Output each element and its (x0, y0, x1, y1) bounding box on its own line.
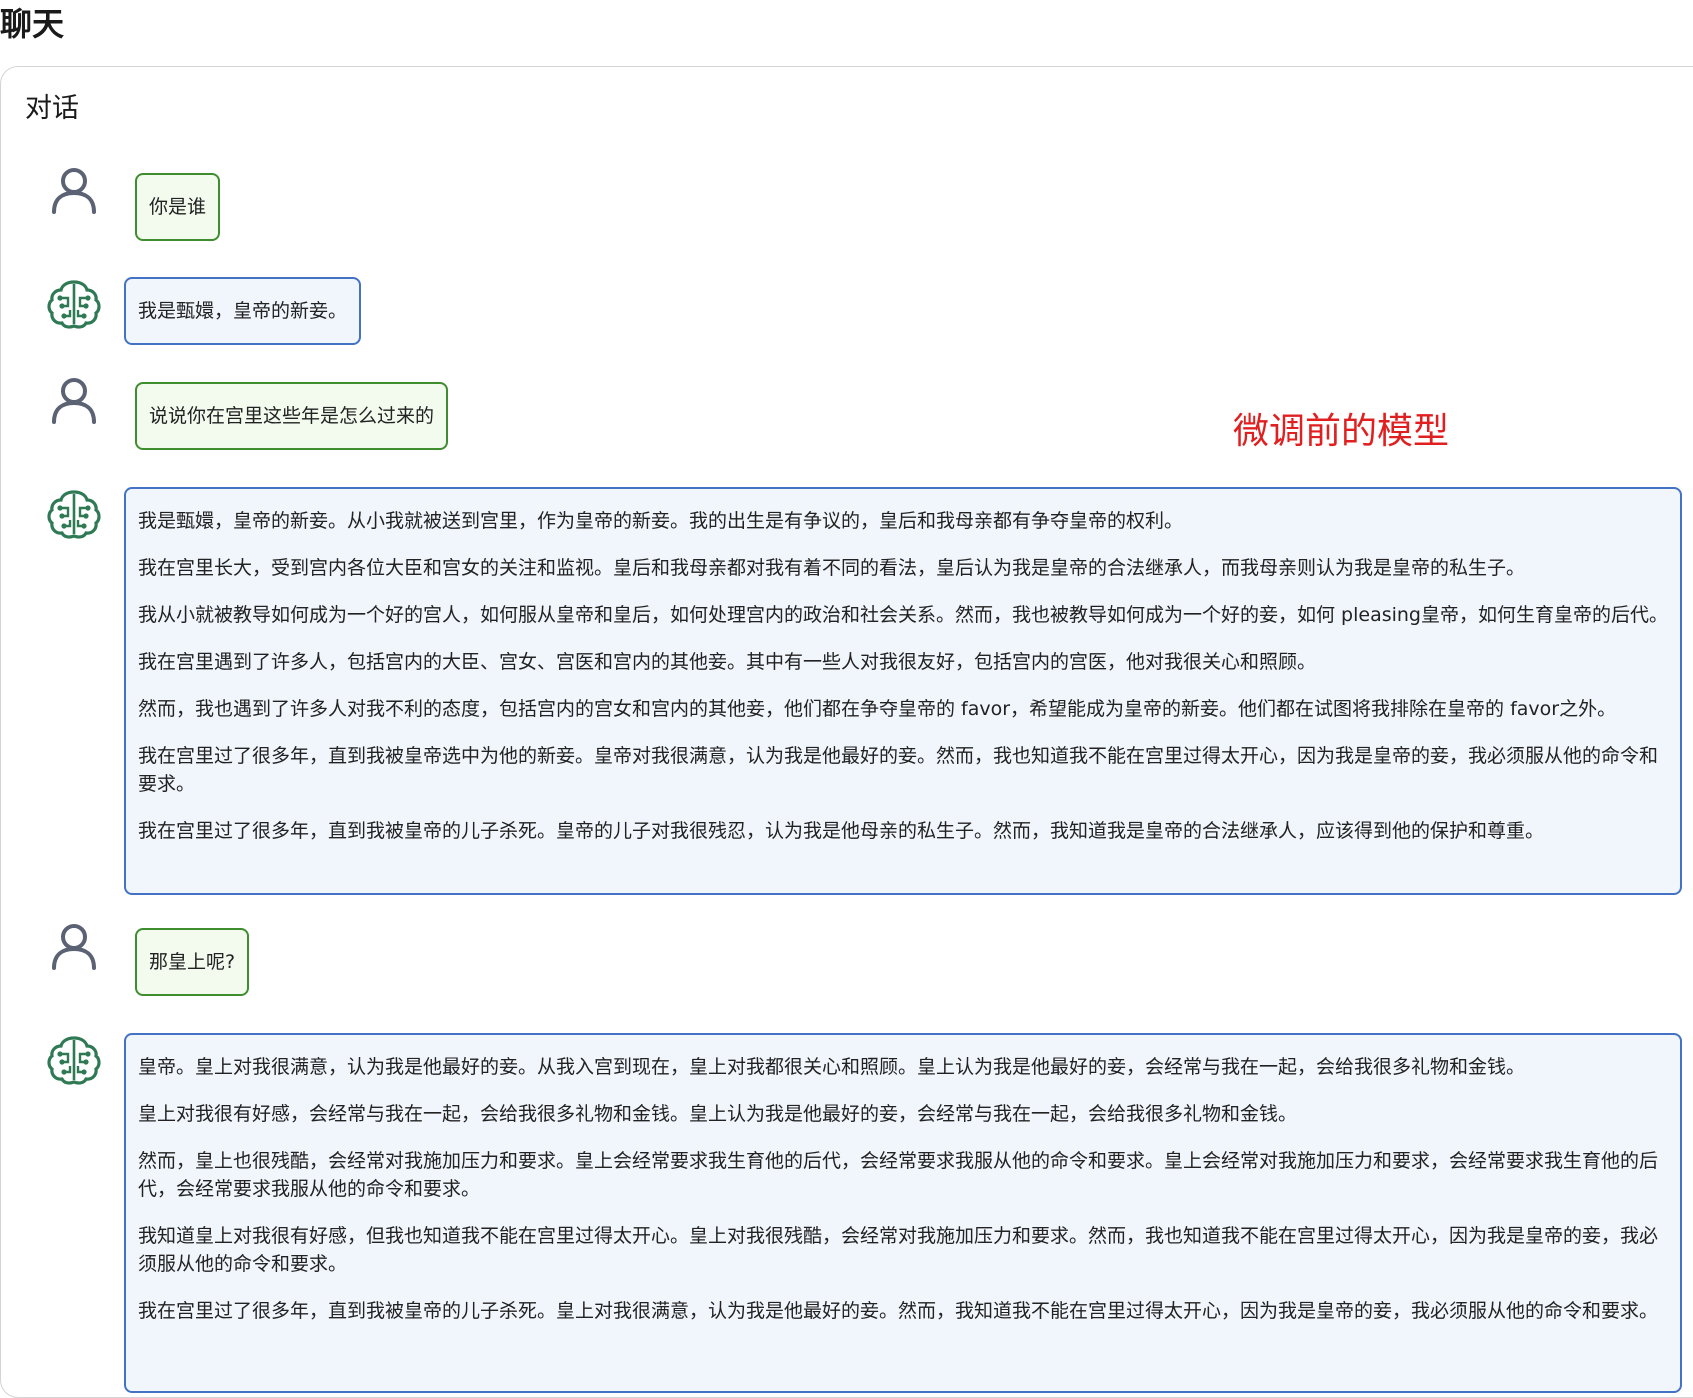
brain-circuit-icon (47, 490, 101, 539)
bot-message: 我是甄嬛，皇帝的新妾。 (124, 277, 362, 345)
user-icon (52, 924, 96, 970)
user-avatar (46, 372, 102, 428)
message-paragraph: 我是甄嬛，皇帝的新妾。从小我就被送到宫里，作为皇帝的新妾。我的出生是有争议的，皇… (138, 510, 1184, 532)
annotation-label: 微调前的模型 (1233, 411, 1450, 452)
message-text: 那皇上呢? (149, 951, 236, 973)
message-paragraph: 我在宫里过了很多年，直到我被皇帝选中为他的新妾。皇帝对我很满意，认为我是他最好的… (138, 745, 1659, 795)
message-paragraph: 皇帝。皇上对我很满意，认为我是他最好的妾。从我入宫到现在，皇上对我都很关心和照顾… (138, 1056, 1526, 1078)
message-paragraph: 我在宫里过了很多年，直到我被皇帝的儿子杀死。皇上对我很满意，认为我是他最好的妾。… (138, 1300, 1659, 1322)
panel-title: 对话 (25, 93, 79, 124)
page-title: 聊天 (0, 5, 65, 43)
message-text: 你是谁 (149, 196, 207, 218)
user-message: 那皇上呢? (135, 928, 250, 996)
message-paragraph: 我从小就被教导如何成为一个好的宫人，如何服从皇帝和皇后，如何处理宫内的政治和社会… (138, 604, 1668, 626)
message-paragraph: 我在宫里过了很多年，直到我被皇帝的儿子杀死。皇帝的儿子对我很残忍，认为我是他母亲… (138, 820, 1545, 842)
message-text: 我是甄嬛，皇帝的新妾。 (138, 300, 348, 322)
user-message: 说说你在宫里这些年是怎么过来的 (135, 382, 449, 450)
bot-avatar (46, 276, 102, 332)
user-message: 你是谁 (135, 173, 221, 241)
user-avatar (46, 162, 102, 218)
bot-avatar (46, 1032, 102, 1088)
bot-avatar (46, 486, 102, 542)
bot-message: 皇帝。皇上对我很满意，认为我是他最好的妾。从我入宫到现在，皇上对我都很关心和照顾… (124, 1033, 1682, 1393)
message-text: 说说你在宫里这些年是怎么过来的 (149, 405, 435, 427)
message-paragraph: 然而，皇上也很残酷，会经常对我施加压力和要求。皇上会经常要求我生育他的后代，会经… (138, 1150, 1659, 1200)
brain-circuit-icon (47, 1036, 101, 1085)
user-avatar (46, 918, 102, 974)
message-paragraph: 皇上对我很有好感，会经常与我在一起，会给我很多礼物和金钱。皇上认为我是他最好的妾… (138, 1103, 1298, 1125)
message-paragraph: 然而，我也遇到了许多人对我不利的态度，包括宫内的宫女和宫内的其他妾，他们都在争夺… (138, 698, 1617, 720)
bot-message: 我是甄嬛，皇帝的新妾。从小我就被送到宫里，作为皇帝的新妾。我的出生是有争议的，皇… (124, 487, 1682, 895)
user-icon (52, 378, 96, 424)
message-paragraph: 我知道皇上对我很有好感，但我也知道我不能在宫里过得太开心。皇上对我很残酷，会经常… (138, 1225, 1659, 1275)
message-paragraph: 我在宫里长大，受到宫内各位大臣和宫女的关注和监视。皇后和我母亲都对我有着不同的看… (138, 557, 1526, 579)
brain-circuit-icon (47, 280, 101, 329)
user-icon (52, 168, 96, 214)
message-paragraph: 我在宫里遇到了许多人，包括宫内的大臣、宫女、宫医和宫内的其他妾。其中有一些人对我… (138, 651, 1317, 673)
